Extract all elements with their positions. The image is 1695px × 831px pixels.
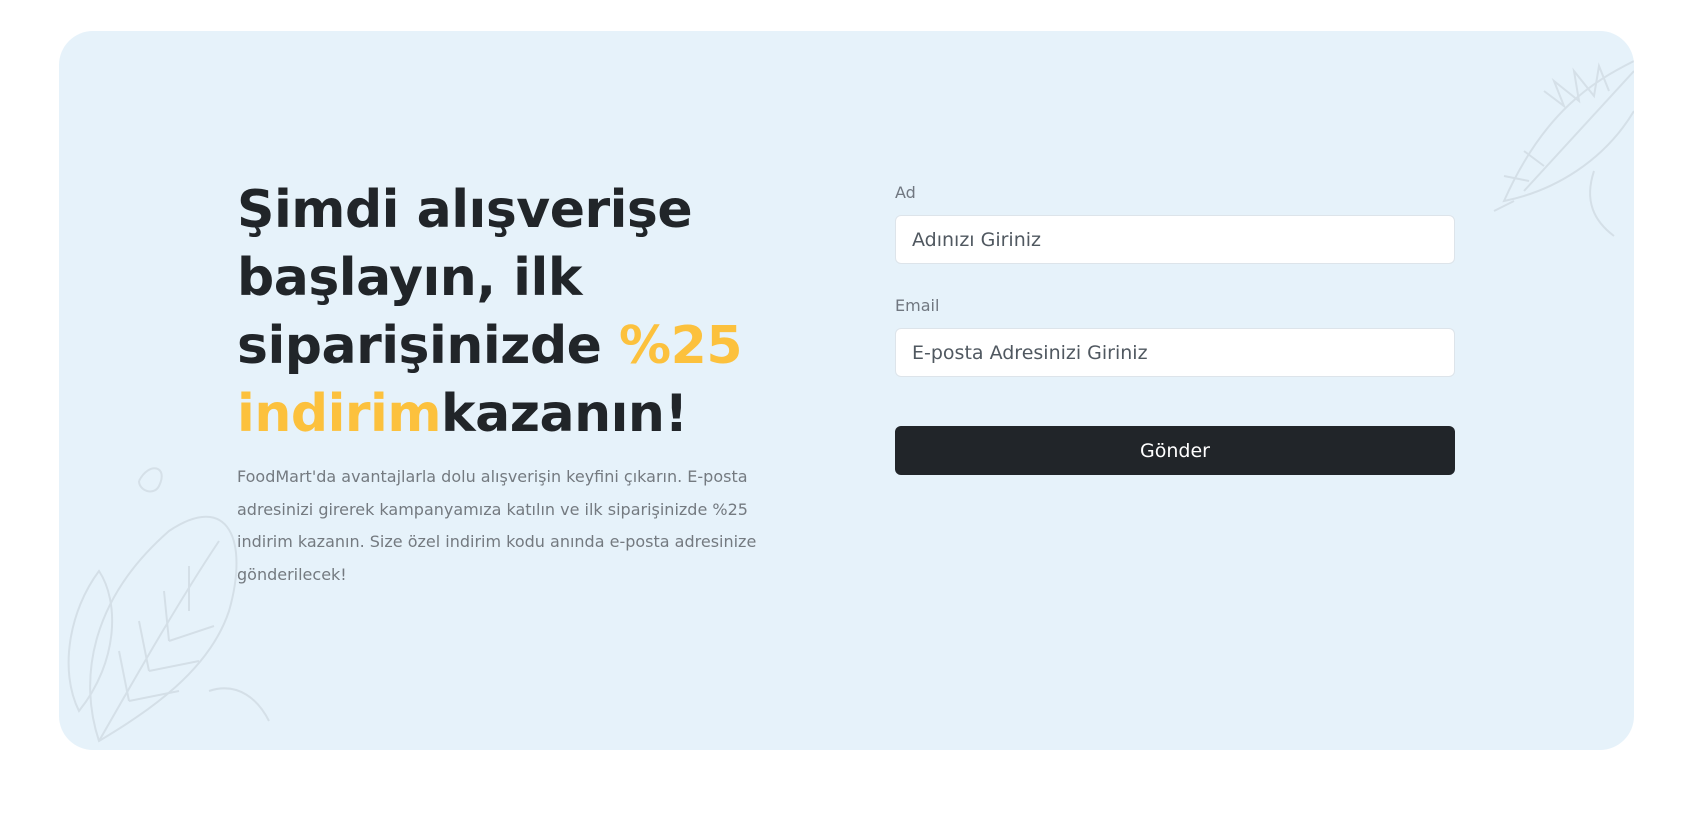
intro-paragraph: FoodMart'da avantajlarla dolu alışverişi… [237,467,757,584]
newsletter-banner: Şimdi alışverişe başlayın, ilk siparişin… [59,31,1634,750]
signup-form: Ad Email Gönder [895,181,1455,475]
leaf-sketch-icon [1493,60,1634,237]
name-label: Ad [895,183,916,202]
name-field[interactable] [895,215,1455,264]
email-field[interactable] [895,328,1455,377]
headline-text-end: kazanın! [441,384,688,444]
page-title: Şimdi alışverişe başlayın, ilk siparişin… [237,176,797,448]
submit-button[interactable]: Gönder [895,426,1455,475]
email-label: Email [895,296,940,315]
